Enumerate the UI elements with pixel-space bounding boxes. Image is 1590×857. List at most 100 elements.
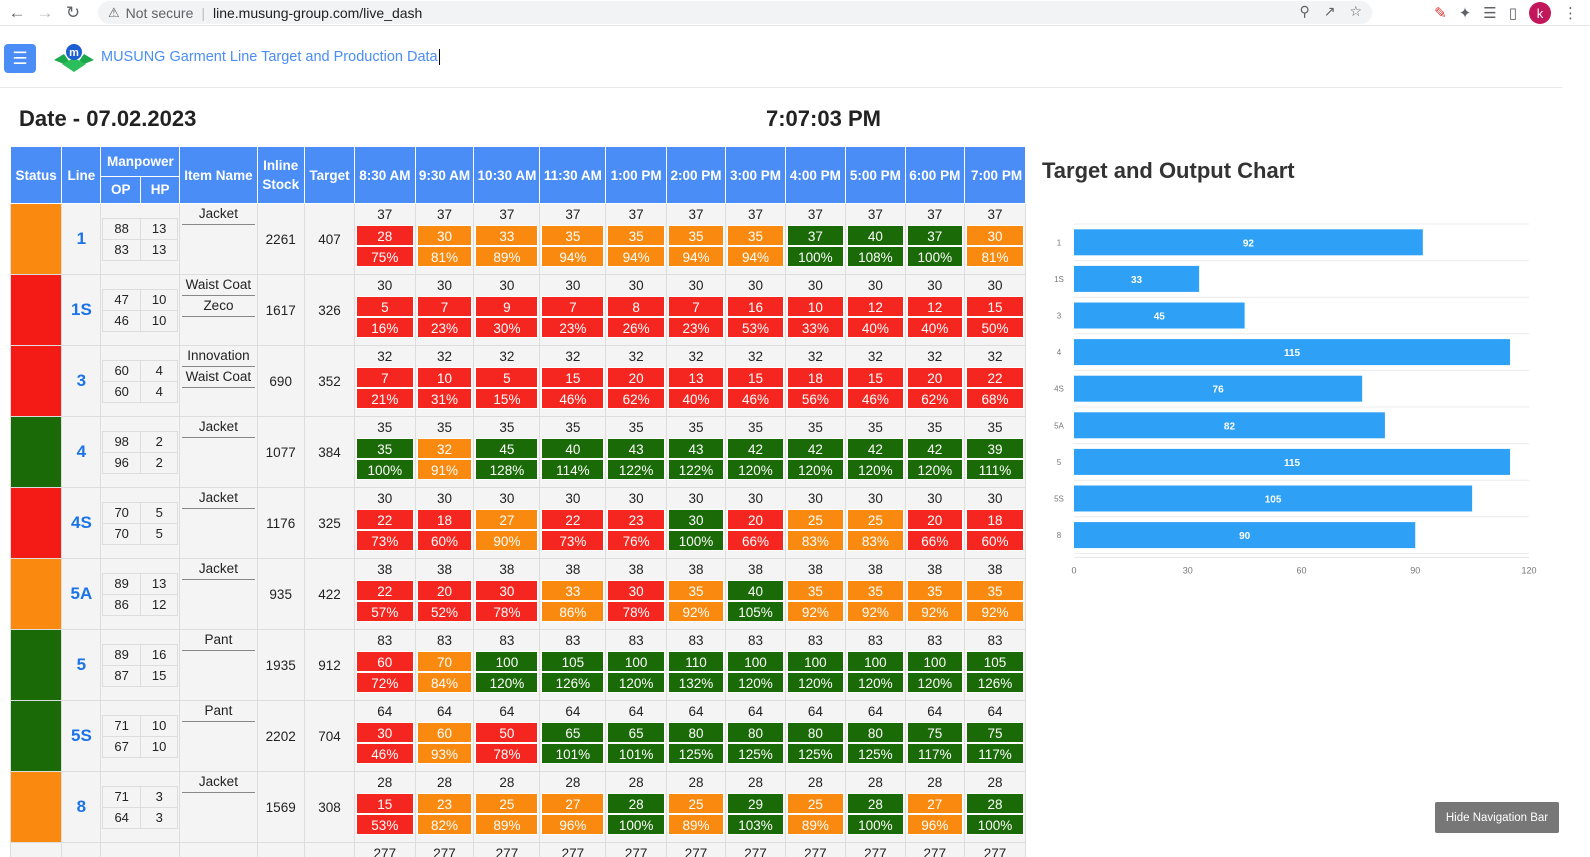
hide-navigation-button[interactable]: Hide Navigation Bar xyxy=(1435,802,1559,833)
hourly-output: 100 xyxy=(607,651,665,672)
status-indicator xyxy=(11,204,62,274)
hourly-cell: 83 100 120% xyxy=(904,629,966,701)
extension-pen-icon[interactable]: ✎ xyxy=(1434,4,1447,22)
hourly-cell: 30 25 83% xyxy=(845,487,906,559)
hourly-target: 28 xyxy=(377,775,393,790)
side-panel-icon[interactable]: ▯ xyxy=(1509,4,1517,22)
header-status: Status xyxy=(10,146,63,204)
operator-count: 96 xyxy=(102,451,141,474)
hourly-efficiency: 46% xyxy=(847,388,904,409)
more-menu-icon[interactable]: ⋮ xyxy=(1563,4,1578,22)
hourly-target: 30 xyxy=(987,491,1003,506)
hourly-target: 28 xyxy=(688,775,704,790)
y-category-label: 8 xyxy=(1057,531,1062,540)
item-name: Jacket xyxy=(182,772,255,793)
url-text[interactable]: line.musung-group.com/live_dash xyxy=(213,5,422,21)
hourly-output: 33 xyxy=(541,580,605,601)
header-inline-stock-l2: Stock xyxy=(262,177,300,192)
operator-count: 60 xyxy=(102,380,141,403)
header-hp: HP xyxy=(150,182,170,197)
hourly-efficiency: 126% xyxy=(541,672,605,693)
empty-cell xyxy=(303,842,356,857)
hourly-target: 30 xyxy=(927,278,943,293)
helper-count: 13 xyxy=(139,238,179,261)
hourly-efficiency: 31% xyxy=(416,388,473,409)
y-category-label: 3 xyxy=(1057,312,1062,321)
item-name-cell: Jacket xyxy=(179,416,258,488)
helper-count: 2 xyxy=(139,430,179,453)
y-category-label: 1 xyxy=(1057,238,1062,247)
hourly-target: 64 xyxy=(565,704,581,719)
hourly-efficiency: 117% xyxy=(906,743,964,764)
page-scrollbar[interactable] xyxy=(1562,26,1590,857)
bar-value-label: 45 xyxy=(1154,312,1166,323)
inline-stock: 1077 xyxy=(256,416,305,488)
hourly-target-value: 277 xyxy=(744,846,767,857)
hourly-efficiency: 84% xyxy=(416,672,473,693)
media-queue-icon[interactable]: ☰ xyxy=(1483,4,1496,22)
helper-count: 10 xyxy=(139,714,179,737)
helper-count: 3 xyxy=(139,785,179,808)
text-caret xyxy=(438,49,440,66)
status-indicator xyxy=(11,772,62,842)
hourly-cell: 83 70 84% xyxy=(414,629,475,701)
hourly-efficiency: 125% xyxy=(847,743,904,764)
back-arrow-icon[interactable]: ← xyxy=(6,2,28,24)
daily-target: 352 xyxy=(303,345,356,417)
hourly-efficiency: 46% xyxy=(727,388,784,409)
hourly-cell: 30 18 60% xyxy=(964,487,1026,559)
hourly-output: 105 xyxy=(966,651,1024,672)
hourly-efficiency: 78% xyxy=(475,743,539,764)
forward-arrow-icon[interactable]: → xyxy=(34,2,56,24)
hourly-efficiency: 83% xyxy=(786,530,845,551)
item-name: Innovation xyxy=(182,346,255,367)
hourly-output: 100 xyxy=(475,651,539,672)
header-hour: 4:00 PM xyxy=(784,146,847,204)
hourly-target-value: 277 xyxy=(561,846,585,857)
hourly-efficiency: 125% xyxy=(667,743,725,764)
hourly-output: 35 xyxy=(847,580,904,601)
hourly-output: 40 xyxy=(847,225,904,246)
hourly-output: 42 xyxy=(727,438,784,459)
hourly-target: 83 xyxy=(867,633,883,648)
status-cell xyxy=(10,771,63,843)
hourly-output: 35 xyxy=(667,225,725,246)
share-icon[interactable]: ↗ xyxy=(1324,3,1336,20)
menu-toggle-button[interactable]: ☰ xyxy=(4,44,36,73)
reload-icon[interactable]: ↻ xyxy=(62,2,84,24)
hourly-output: 28 xyxy=(847,793,904,814)
hourly-cell: 32 15 46% xyxy=(725,345,786,417)
hourly-cell: 38 20 52% xyxy=(414,558,475,630)
hourly-efficiency: 100% xyxy=(847,814,904,835)
hourly-target: 28 xyxy=(867,775,883,790)
address-bar[interactable]: ⚠ Not secure | line.musung-group.com/liv… xyxy=(98,1,1372,24)
inline-stock: 1935 xyxy=(256,629,305,701)
hourly-cell: 38 35 92% xyxy=(904,558,966,630)
hourly-output: 80 xyxy=(667,722,725,743)
hourly-output: 65 xyxy=(541,722,605,743)
status-cell xyxy=(10,345,63,417)
hourly-efficiency: 93% xyxy=(416,743,473,764)
hourly-target: 35 xyxy=(867,420,883,435)
hourly-efficiency: 96% xyxy=(906,814,964,835)
hourly-cell: 83 60 72% xyxy=(354,629,416,701)
hourly-target: 83 xyxy=(807,633,823,648)
hourly-cell: 37 33 89% xyxy=(473,203,541,275)
hourly-target: 28 xyxy=(628,775,644,790)
bookmark-star-icon[interactable]: ☆ xyxy=(1349,3,1362,20)
hourly-efficiency: 60% xyxy=(416,530,473,551)
hourly-output: 35 xyxy=(786,580,845,601)
hourly-cell: 35 39 111% xyxy=(964,416,1026,488)
profile-avatar[interactable]: k xyxy=(1529,2,1551,24)
hourly-cell: 30 7 23% xyxy=(665,274,727,346)
hourly-efficiency: 92% xyxy=(966,601,1024,622)
hourly-output: 25 xyxy=(786,509,845,530)
hourly-cell: 32 20 62% xyxy=(605,345,667,417)
zoom-icon[interactable]: ⚲ xyxy=(1299,3,1309,20)
hourly-target: 64 xyxy=(377,704,393,719)
puzzle-extensions-icon[interactable]: ✦ xyxy=(1459,4,1472,22)
y-category-label: 4 xyxy=(1057,348,1062,357)
hourly-output: 70 xyxy=(416,651,473,672)
manpower-cell: 98 2 96 2 xyxy=(100,416,181,488)
hourly-target: 30 xyxy=(867,278,883,293)
